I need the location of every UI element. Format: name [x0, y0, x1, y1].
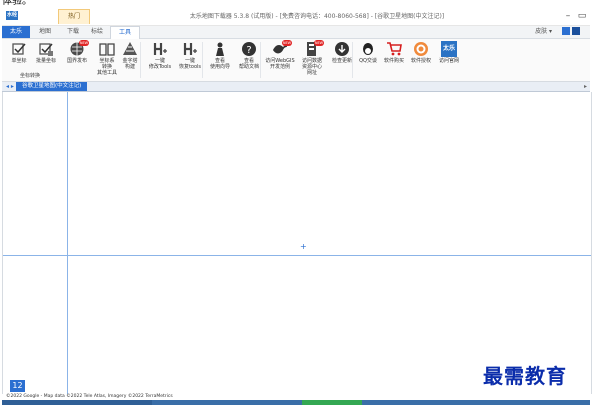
app-logo: 水经: [6, 11, 18, 20]
ribbon-button-12[interactable]: QQ交谈: [357, 41, 379, 81]
ribbon-button-label: 坐标系 转换 其他工具: [96, 58, 117, 76]
watermark-text: 最需教育: [483, 364, 567, 388]
minimize-button[interactable]: –: [562, 8, 574, 25]
help-icon: ?: [241, 41, 257, 57]
ribbon-button-11[interactable]: 检查更新: [330, 41, 354, 81]
document-tab-bar: ◂ ▸ 谷歌卫星地图(中文注记) ▸: [2, 82, 590, 92]
ribbon-button-4[interactable]: 金字塔 构建: [119, 41, 141, 81]
title-bar: 水经 热门 太乐地图下载器 5.3.8 (试用版) - [免费咨询电话：400-…: [2, 8, 590, 26]
tab-taile[interactable]: 太乐: [2, 26, 30, 38]
ribbon-separator: [140, 42, 141, 78]
new-badge: NEW: [79, 40, 89, 46]
h-tool-icon: [182, 41, 198, 57]
crosshair-icon: +: [300, 242, 307, 251]
ribbon-button-label: 软件购买: [383, 58, 404, 64]
top-caption: 体验。: [2, 0, 32, 7]
globe-icon: NEW: [69, 40, 89, 57]
tab-map[interactable]: 地图: [32, 26, 58, 38]
checkbox-icon: [11, 41, 27, 57]
ribbon-button-3[interactable]: 坐标系 转换 其他工具: [95, 41, 119, 81]
ribbon-separator: [260, 42, 261, 78]
target-icon: [413, 41, 429, 57]
ribbon-button-label: 金字塔 构建: [122, 58, 138, 70]
tab-scroll-arrows[interactable]: ◂ ▸: [6, 82, 14, 91]
brand-icon: 太乐: [441, 41, 457, 57]
ribbon-button-label: 软件授权: [410, 58, 431, 64]
ribbon-button-15[interactable]: 太乐 访问官网: [438, 41, 460, 81]
status-segment-progress: [302, 400, 362, 405]
tab-annotate[interactable]: 标绘: [84, 26, 110, 38]
ribbon-separator: [352, 42, 353, 78]
pyramid-icon: [122, 41, 138, 57]
theme-dark-swatch[interactable]: [572, 27, 580, 35]
ribbon-button-label: 一键 修改Tools: [148, 58, 172, 70]
ribbon-button-7[interactable]: 查看 使用向导: [208, 41, 232, 81]
ribbon-button-label: 国界发布: [66, 58, 87, 64]
ribbon-toolbar: 单坐标 批量坐标 NEW 国界发布 坐标系 转换 其他工具 金字塔 构建 一键 修改Tool…: [2, 39, 590, 82]
new-badge: NEW: [314, 40, 324, 46]
ribbon-separator: [202, 42, 203, 78]
tab-tools[interactable]: 工具: [110, 26, 140, 39]
checkbox-list-icon: [38, 41, 54, 57]
book-icon: [99, 41, 115, 57]
ribbon-button-9[interactable]: NEW 访问WebGIS 开发范例: [264, 40, 296, 81]
window-title: 太乐地图下载器 5.3.8 (试用版) - [免费咨询电话：400-8060-5…: [189, 13, 445, 20]
ribbon-tab-bar: 太乐 地图 下载 标绘 工具 皮肤 ▾: [2, 26, 590, 39]
status-segment: [2, 400, 152, 405]
skin-menu[interactable]: 皮肤 ▾: [535, 27, 552, 37]
theme-blue-swatch[interactable]: [562, 27, 570, 35]
map-copyright: ©2022 Google - Map data ©2022 Tele Atlas…: [6, 394, 173, 399]
ribbon-button-8[interactable]: ? 查看 帮助文档: [237, 41, 261, 81]
cart-icon: [386, 41, 402, 57]
ribbon-button-label: 一键 恢复tools: [178, 58, 202, 70]
status-bar: [2, 400, 590, 405]
svg-text:?: ?: [246, 45, 251, 56]
ribbon-button-2[interactable]: NEW 国界发布: [65, 40, 89, 81]
ribbon-button-14[interactable]: 软件授权: [409, 41, 433, 81]
data-center-icon: NEW: [304, 40, 324, 57]
pigeon-icon: NEW: [272, 40, 292, 57]
doc-tab-google-satellite[interactable]: 谷歌卫星地图(中文注记): [16, 82, 88, 91]
ribbon-button-label: QQ交谈: [359, 58, 377, 64]
tile-grid-line-horizontal: [3, 255, 591, 256]
ribbon-button-6[interactable]: 一键 恢复tools: [176, 41, 204, 81]
ribbon-button-label: 检查更新: [331, 58, 352, 64]
hot-context-tab[interactable]: 热门: [58, 9, 90, 24]
tab-menu-arrow[interactable]: ▸: [584, 82, 587, 91]
new-badge: NEW: [282, 40, 292, 46]
zoom-level-badge: 12: [10, 380, 25, 392]
ribbon-button-label: 访问官网: [438, 58, 459, 64]
tile-grid-line-vertical: [67, 92, 68, 394]
ribbon-group-label: 坐标转换: [20, 73, 41, 79]
ribbon-button-label: 批量坐标: [35, 58, 56, 64]
ribbon-button-label: 访问WebGIS 开发范例: [265, 58, 295, 70]
download-icon: [334, 41, 350, 57]
ribbon-button-label: 查看 帮助文档: [238, 58, 259, 70]
ribbon-button-10[interactable]: NEW 访问数据 资源中心 网址: [298, 40, 326, 81]
person-icon: [212, 41, 228, 57]
map-canvas[interactable]: + 12: [2, 92, 592, 394]
maximize-button[interactable]: ▭: [576, 8, 588, 25]
ribbon-button-label: 访问数据 资源中心 网址: [301, 58, 322, 76]
ribbon-button-label: 查看 使用向导: [209, 58, 230, 70]
qq-icon: [360, 41, 376, 57]
ribbon-button-13[interactable]: 软件购买: [382, 41, 406, 81]
h-tool-icon: [152, 41, 168, 57]
ribbon-button-label: 单坐标: [11, 58, 27, 64]
ribbon-button-5[interactable]: 一键 修改Tools: [146, 41, 174, 81]
